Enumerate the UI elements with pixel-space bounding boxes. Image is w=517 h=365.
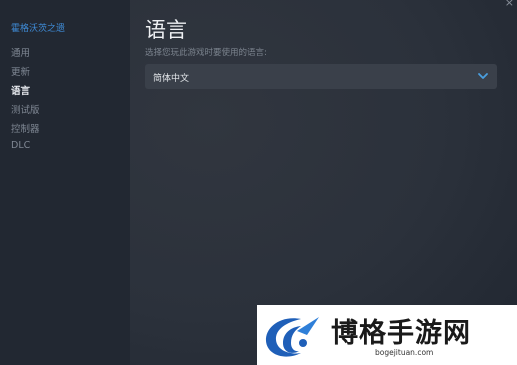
language-select[interactable]: 简体中文 bbox=[145, 64, 497, 89]
watermark-url: bogejituan.com bbox=[375, 348, 434, 357]
sidebar-item-controller[interactable]: 控制器 bbox=[11, 121, 40, 135]
language-prompt: 选择您玩此游戏时要使用的语言: bbox=[145, 48, 267, 58]
chevron-down-icon bbox=[478, 73, 488, 79]
game-title: 霍格沃茨之遗 bbox=[11, 24, 66, 34]
watermark-logo bbox=[265, 317, 319, 357]
page-title: 语言 bbox=[145, 18, 187, 42]
close-icon[interactable]: × bbox=[505, 0, 514, 9]
sidebar-item-updates[interactable]: 更新 bbox=[11, 64, 30, 78]
sidebar-item-betas[interactable]: 测试版 bbox=[11, 102, 40, 116]
watermark-text: 博格手游网 bbox=[331, 318, 471, 349]
language-select-value: 简体中文 bbox=[153, 74, 190, 84]
sidebar: 霍格沃茨之遗 通用 更新 语言 测试版 控制器 DLC bbox=[0, 0, 130, 365]
sidebar-item-dlc[interactable]: DLC bbox=[11, 140, 30, 151]
sidebar-item-language[interactable]: 语言 bbox=[11, 83, 30, 97]
sidebar-item-general[interactable]: 通用 bbox=[11, 45, 30, 59]
watermark: 博格手游网 bogejituan.com bbox=[257, 305, 517, 365]
